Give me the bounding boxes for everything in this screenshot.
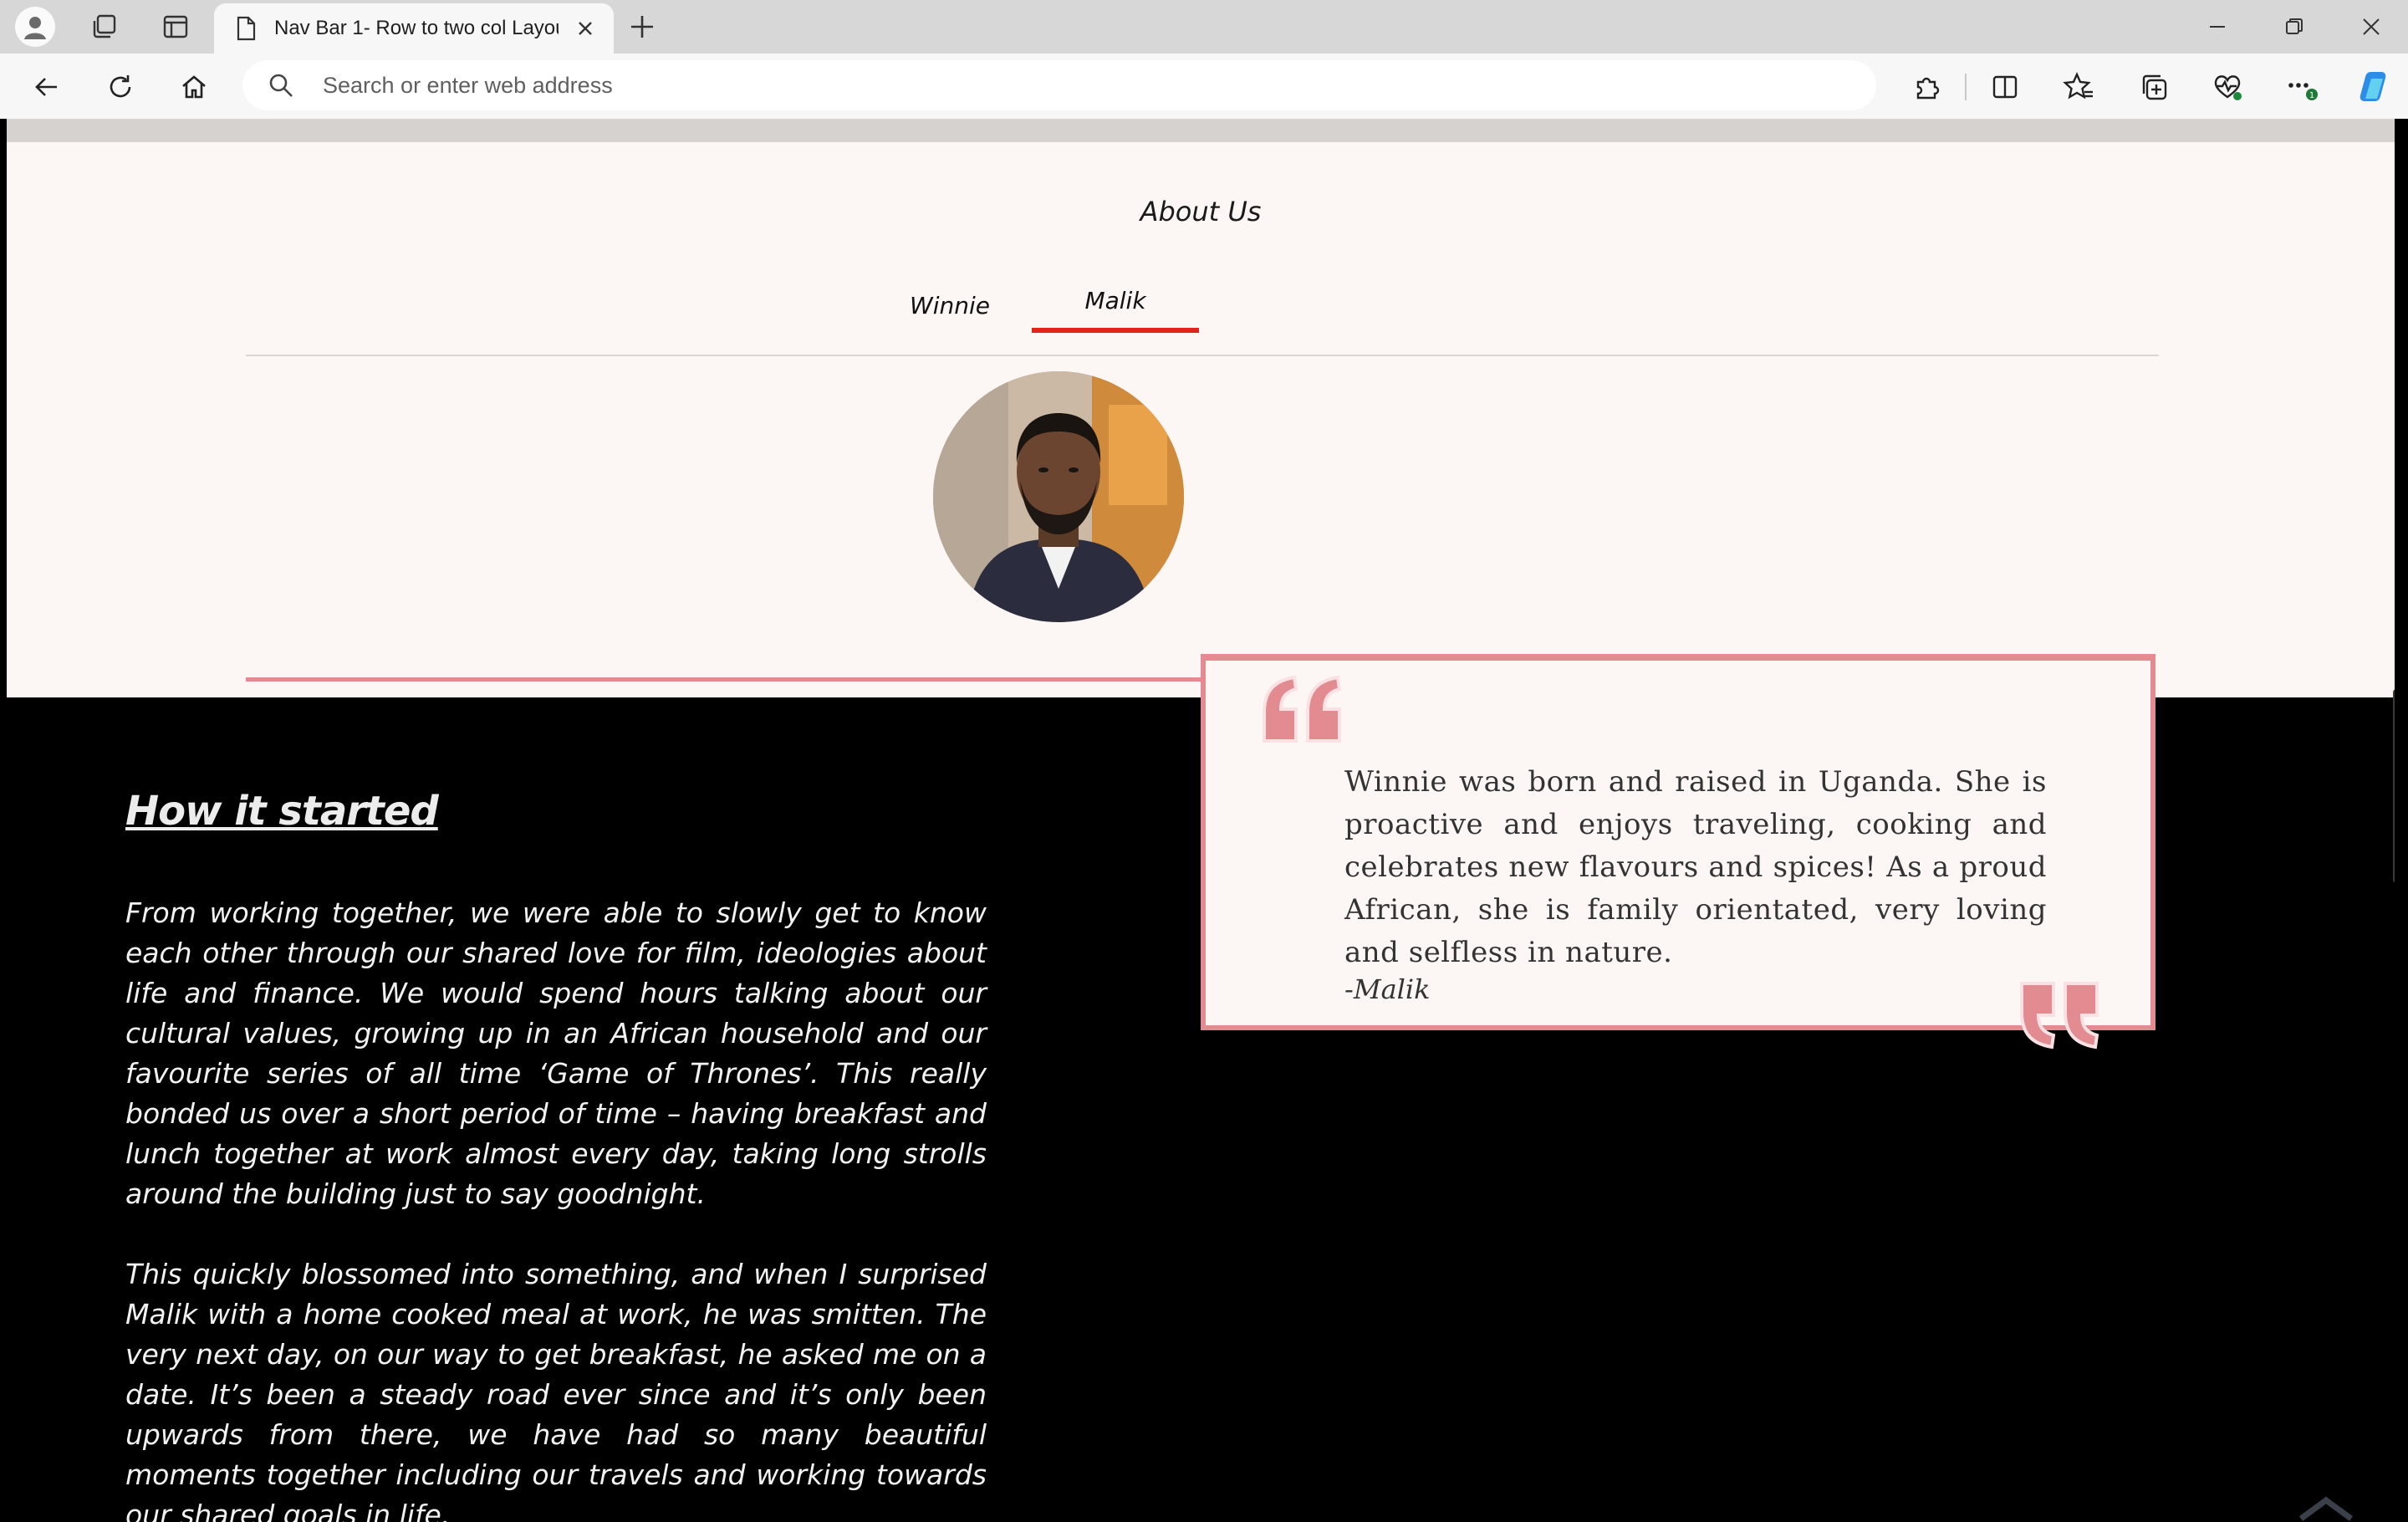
story-heading: How it started xyxy=(125,788,439,835)
header-strip xyxy=(7,119,2395,142)
browser-tab-active[interactable]: Nav Bar 1- Row to two col Layout xyxy=(214,3,614,54)
browser-tab-bar: Nav Bar 1- Row to two col Layout xyxy=(0,0,2408,54)
quote-signature: -Malik xyxy=(1344,973,1431,1005)
quote-box: Winnie was born and raised in Uganda. Sh… xyxy=(1201,654,2155,1050)
tab-title: Nav Bar 1- Row to two col Layout xyxy=(274,17,559,39)
performance-icon[interactable] xyxy=(2206,65,2249,109)
scroll-to-top-icon[interactable] xyxy=(2293,1490,2360,1522)
story-paragraph-2: This quickly blossomed into something, a… xyxy=(125,1258,987,1522)
reload-icon[interactable] xyxy=(99,65,142,109)
about-us-heading: About Us xyxy=(1140,196,1262,227)
back-icon[interactable] xyxy=(25,65,69,109)
search-icon xyxy=(268,72,294,99)
favorites-icon[interactable] xyxy=(2057,65,2100,109)
address-bar[interactable]: Search or enter web address xyxy=(242,60,1876,110)
split-screen-icon[interactable] xyxy=(1983,65,2027,109)
page-viewport: About Us Winnie Malik How it started Fro… xyxy=(7,119,2395,1522)
tabs-divider xyxy=(246,355,2159,356)
restore-icon[interactable] xyxy=(2268,7,2321,47)
svg-text:1: 1 xyxy=(2309,91,2314,100)
collections-icon[interactable] xyxy=(2132,65,2176,109)
address-placeholder: Search or enter web address xyxy=(323,73,613,98)
browser-toolbar: Search or enter web address 1 xyxy=(0,54,2408,119)
more-icon[interactable]: 1 xyxy=(2281,65,2324,109)
close-quote-icon xyxy=(2013,975,2107,1055)
pink-divider xyxy=(246,677,1211,682)
new-tab-icon[interactable] xyxy=(625,10,659,43)
profile-icon[interactable] xyxy=(15,7,55,47)
avatar-malik xyxy=(933,371,1184,622)
extensions-icon[interactable] xyxy=(1905,65,1948,109)
tab-actions-icon[interactable] xyxy=(84,7,124,47)
vertical-tabs-icon[interactable] xyxy=(156,7,196,47)
open-quote-icon xyxy=(1256,669,1349,749)
minimize-icon[interactable] xyxy=(2191,7,2244,47)
story-paragraph-1: From working together, we were able to s… xyxy=(125,896,987,1210)
window-close-icon[interactable] xyxy=(2344,7,2398,47)
tab-malik[interactable]: Malik xyxy=(1032,279,1199,333)
copilot-icon[interactable] xyxy=(2353,65,2396,109)
tab-winnie[interactable]: Winnie xyxy=(868,284,1032,333)
home-icon[interactable] xyxy=(172,65,216,109)
page-scrollbar[interactable] xyxy=(2393,689,2395,883)
close-icon[interactable] xyxy=(570,13,600,43)
toolbar-divider xyxy=(1965,74,1967,100)
page-icon xyxy=(232,15,259,42)
quote-text: Winnie was born and raised in Uganda. Sh… xyxy=(1344,765,2047,969)
about-section: About Us Winnie Malik xyxy=(7,142,2395,697)
